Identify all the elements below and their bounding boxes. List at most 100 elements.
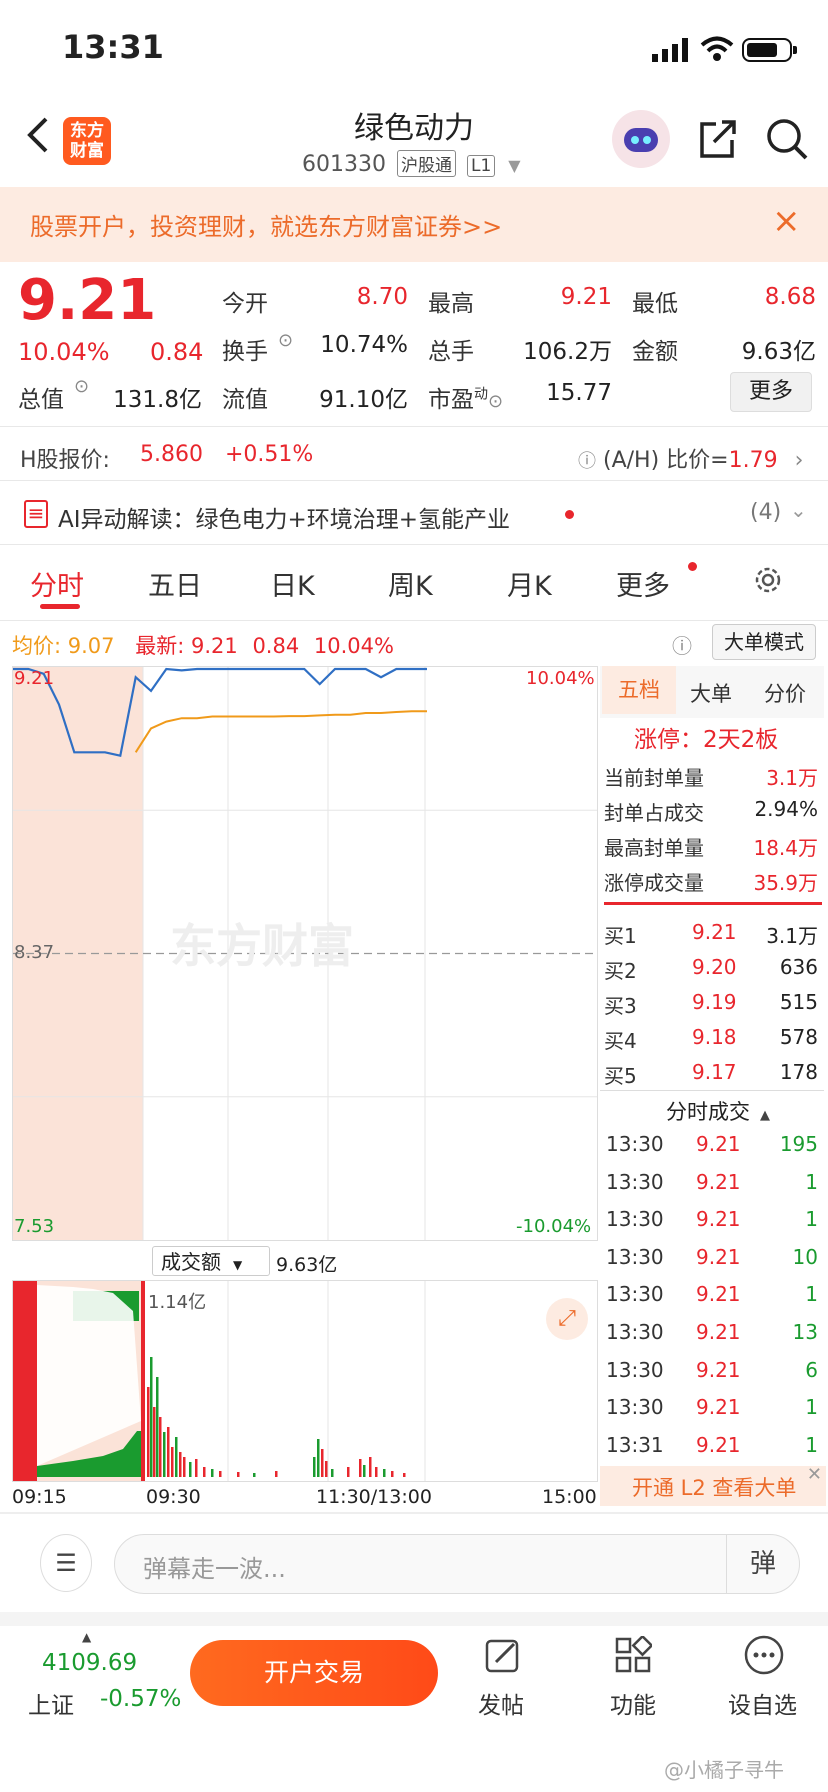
robot-assistant-icon[interactable] [612,110,670,168]
func-label[interactable]: 功能 [610,1686,656,1720]
fav-label[interactable]: 设自选 [728,1686,797,1720]
tab-order-book[interactable]: 五档 [602,666,676,714]
danmaku-input[interactable]: 弹幕走一波... 弹 [114,1534,800,1594]
stock-code-row: 601330 沪股通 L1 ▼ [302,150,521,177]
tab-price-dist[interactable]: 分价 [764,678,806,708]
close-icon[interactable]: ✕ [807,1464,822,1485]
tick-row: 13:30 9.21 1 [604,1278,822,1316]
divider [0,544,828,545]
tab-monthly-k[interactable]: 月K [507,564,552,603]
volume-bar [317,1439,320,1477]
tab-weekly-k[interactable]: 周K [388,564,433,603]
bid-price: 9.20 [692,955,737,979]
tick-time: 13:30 [606,1395,664,1420]
trade-button[interactable]: 开户交易 [190,1640,438,1706]
bid-row[interactable]: 买1 9.21 3.1万 [604,916,822,951]
stat-label: 当前封单量 [604,766,704,790]
info-icon[interactable]: ⊙ [74,376,89,397]
volume-bar [313,1457,316,1477]
tick-list: 13:30 9.21 195 13:30 9.21 1 13:30 9.21 1 13:30 9.2… [604,1128,822,1466]
volume-bar [347,1467,350,1477]
bid-price: 9.17 [692,1060,737,1084]
help-icon[interactable]: ⓘ [672,630,692,659]
ai-count: (4) [750,500,782,525]
search-icon[interactable] [764,116,810,162]
bid-volume: 515 [779,990,818,1014]
chevron-down-icon[interactable]: ⌄ [790,498,807,522]
close-icon[interactable]: × [772,201,801,241]
volume-metric-select[interactable]: 成交额 ▼ [152,1246,270,1276]
tick-price: 9.21 [696,1432,741,1457]
tab-five-day[interactable]: 五日 [148,564,202,603]
chevron-right-icon[interactable]: › [795,448,804,473]
bid-volume: 636 [779,955,818,979]
more-button[interactable]: 更多 [730,372,812,412]
tick-time: 13:30 [606,1207,664,1232]
tick-row: 13:30 9.21 1 [604,1391,822,1429]
change-pct: 10.04% [18,338,110,366]
post-label[interactable]: 发帖 [478,1686,524,1720]
pct-top-label: 10.04% [526,668,595,689]
help-icon[interactable]: ⓘ [578,451,596,472]
volume-bar [331,1469,334,1477]
volume-bar [363,1465,366,1477]
volume-chart[interactable] [12,1280,598,1482]
tick-row: 13:30 9.21 13 [604,1316,822,1354]
ai-interpretation[interactable]: AI异动解读：绿色电力+环境治理+氢能产业 [58,500,510,534]
bid-row[interactable]: 买5 9.17 178 [604,1056,822,1091]
tick-row: 13:30 9.21 1 [604,1203,822,1241]
l2-banner[interactable]: 开通 L2 查看大单 ✕ [600,1464,826,1506]
tab-big-orders[interactable]: 大单 [690,678,732,708]
bid-divider [604,902,822,905]
tab-more[interactable]: 更多 [616,564,670,603]
divider [0,426,828,427]
latest-value: 9.21 [190,634,238,658]
volume-bar [237,1472,240,1477]
share-icon[interactable] [696,118,738,160]
pe-label: 市盈动⊙ [428,380,503,414]
hk-connect-tag: 沪股通 [396,150,456,177]
volume-bar [167,1427,170,1477]
danmaku-list-icon[interactable]: ☰ [40,1534,92,1592]
dropdown-icon: ▼ [233,1258,243,1272]
stat-value: 35.9万 [753,871,818,895]
index-value[interactable]: 4109.69 [42,1650,137,1676]
expand-icon[interactable]: ⤢ [546,1298,588,1340]
auction-bar-red [13,1281,37,1481]
ah-ratio[interactable]: ⓘ (A/H) 比价=1.79 › [578,442,803,474]
tick-row: 13:30 9.21 6 [604,1354,822,1392]
info-icon[interactable]: ⊙ [278,330,293,351]
stat-row: 最高封单量 18.4万 [604,828,822,863]
battery-icon [742,38,797,62]
compose-icon[interactable] [484,1636,522,1674]
info-icon[interactable]: ⊙ [488,391,503,412]
pe-value: 15.77 [546,380,612,406]
volume-bar [325,1461,328,1477]
tick-volume: 1 [805,1207,818,1232]
bid-row[interactable]: 买4 9.18 578 [604,1021,822,1056]
danmaku-send-button[interactable]: 弹 [726,1535,799,1593]
index-name[interactable]: 上证 [28,1686,74,1720]
tab-daily-k[interactable]: 日K [270,564,315,603]
dropdown-icon[interactable]: ▼ [508,156,520,175]
tab-intraday[interactable]: 分时 [30,564,84,603]
promo-banner[interactable]: 股票开户，投资理财，就选东方财富证券>> × [0,187,828,262]
grid-icon[interactable] [614,1636,652,1674]
tick-volume: 195 [779,1132,818,1156]
danmaku-placeholder: 弹幕走一波... [143,1555,286,1583]
divider [0,480,828,481]
settings-icon[interactable] [752,564,784,596]
bid-label: 买5 [604,1064,637,1088]
level-tag[interactable]: L1 [466,155,496,177]
more-dots-icon[interactable] [743,1634,785,1676]
bid-row[interactable]: 买2 9.20 636 [604,951,822,986]
ticks-title[interactable]: 分时成交 ▲ [666,1096,770,1126]
high-value: 9.21 [560,284,612,310]
tick-time: 13:31 [606,1432,664,1457]
index-pct[interactable]: -0.57% [100,1686,181,1712]
ai-doc-icon: ≡ [24,500,48,528]
bid-row[interactable]: 买3 9.19 515 [604,986,822,1021]
big-order-mode-button[interactable]: 大单模式 [712,624,816,660]
pct-bot-label: -10.04% [516,1216,592,1237]
turnover-label: 换手 [222,339,268,365]
